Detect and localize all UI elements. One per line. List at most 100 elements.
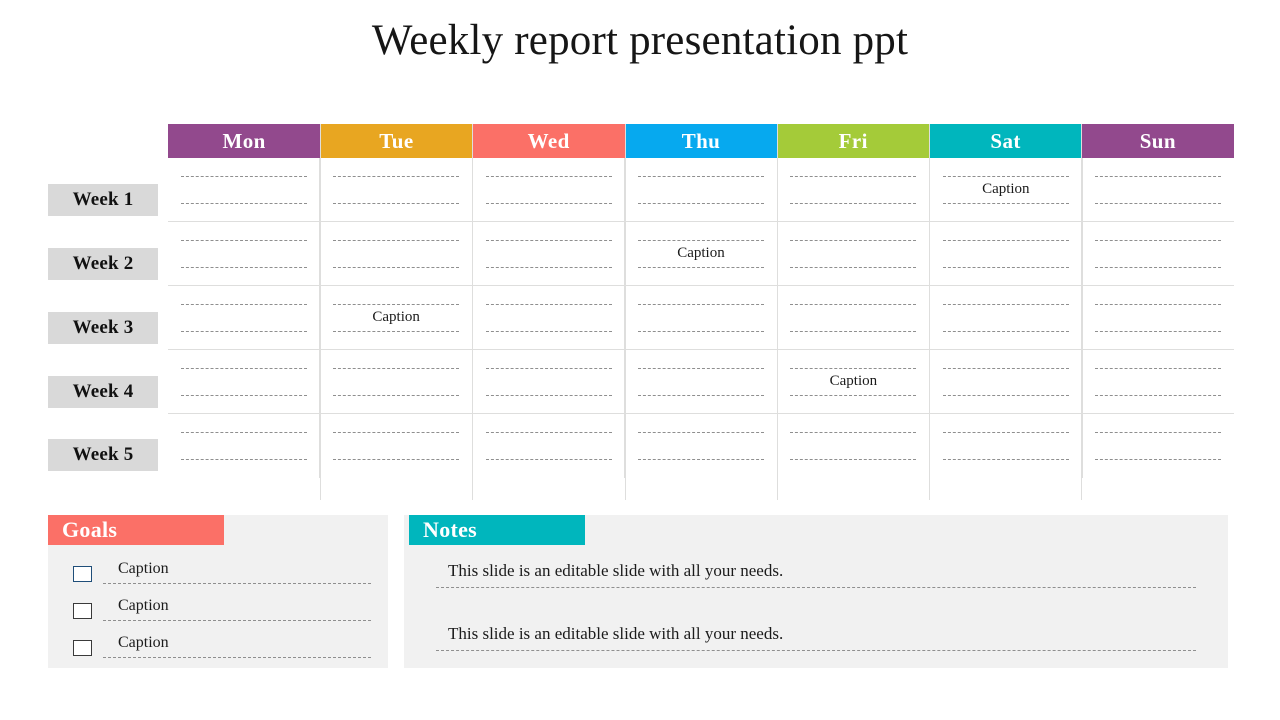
cell-write-lines: [485, 239, 612, 268]
calendar-cell-wed-week-3[interactable]: [473, 286, 626, 349]
day-header-wed: Wed: [472, 124, 625, 158]
cell-dotted-line-bottom: [333, 394, 460, 396]
calendar-cell-tue-week-3[interactable]: Caption: [320, 286, 473, 349]
calendar-cell-thu-week-5[interactable]: [625, 414, 778, 478]
goal-checkbox-2[interactable]: [73, 603, 92, 619]
note-item-1: This slide is an editable slide with all…: [404, 561, 1228, 601]
cell-write-lines: [1095, 432, 1222, 460]
cell-dotted-line-bottom: [637, 330, 764, 332]
cell-dotted-line-top: [790, 239, 917, 241]
cell-dotted-line-top: [637, 303, 764, 305]
column-divider-3: [625, 124, 626, 500]
calendar-cell-wed-week-1[interactable]: [473, 158, 626, 221]
calendar-cell-thu-week-2[interactable]: Caption: [625, 222, 778, 285]
cell-write-lines: [637, 432, 764, 460]
cell-dotted-line-top: [942, 432, 1069, 433]
calendar-cell-fri-week-3[interactable]: [778, 286, 931, 349]
cell-dotted-line-top: [180, 175, 307, 177]
cell-dotted-line-bottom: [942, 394, 1069, 396]
cell-dotted-line-top: [485, 432, 612, 433]
cell-dotted-line-top: [637, 367, 764, 369]
cell-dotted-line-bottom: [637, 394, 764, 396]
note-label-2[interactable]: This slide is an editable slide with all…: [448, 624, 783, 644]
cell-caption[interactable]: Caption: [790, 372, 916, 391]
goal-label-2[interactable]: Caption: [118, 597, 169, 615]
goal-item-3: Caption: [48, 634, 388, 661]
day-header-thu: Thu: [624, 124, 778, 158]
cell-dotted-line-bottom: [333, 459, 460, 460]
calendar-cell-fri-week-1[interactable]: [778, 158, 931, 221]
goal-dotted-underline: [103, 657, 371, 658]
note-label-1[interactable]: This slide is an editable slide with all…: [448, 561, 783, 581]
calendar-cell-tue-week-4[interactable]: [320, 350, 473, 413]
cell-write-lines: [790, 432, 917, 460]
calendar-cell-mon-week-3[interactable]: [168, 286, 321, 349]
calendar-cell-mon-week-5[interactable]: [168, 414, 321, 478]
goal-label-3[interactable]: Caption: [118, 634, 169, 652]
calendar-cell-thu-week-1[interactable]: [625, 158, 778, 221]
day-header-sun: Sun: [1081, 124, 1234, 158]
cell-caption[interactable]: Caption: [638, 244, 764, 263]
cell-dotted-line-bottom: [180, 266, 307, 268]
calendar-cell-fri-week-5[interactable]: [778, 414, 931, 478]
calendar-row-week-2: Caption: [168, 222, 1234, 286]
cell-dotted-line-top: [1095, 367, 1222, 369]
calendar-cell-sun-week-1[interactable]: [1083, 158, 1234, 221]
calendar-cell-sun-week-5[interactable]: [1083, 414, 1234, 478]
cell-dotted-line-bottom: [790, 266, 917, 268]
cell-dotted-line-bottom: [485, 202, 612, 204]
cell-dotted-line-top: [790, 303, 917, 305]
calendar-cell-mon-week-4[interactable]: [168, 350, 321, 413]
calendar-cell-mon-week-1[interactable]: [168, 158, 321, 221]
cell-dotted-line-bottom: [180, 330, 307, 332]
cell-write-lines: [637, 367, 764, 396]
day-header-tue: Tue: [320, 124, 473, 158]
calendar-cell-sun-week-4[interactable]: [1083, 350, 1234, 413]
calendar-cell-fri-week-2[interactable]: [778, 222, 931, 285]
cell-dotted-line-top: [790, 367, 917, 369]
calendar-cell-tue-week-1[interactable]: [320, 158, 473, 221]
cell-write-lines: [333, 239, 460, 268]
day-header-fri: Fri: [777, 124, 930, 158]
cell-dotted-line-top: [1095, 432, 1222, 433]
calendar-cell-sat-week-3[interactable]: [930, 286, 1083, 349]
cell-dotted-line-bottom: [790, 330, 917, 332]
calendar-row-week-4: Caption: [168, 350, 1234, 414]
calendar-cell-tue-week-2[interactable]: [320, 222, 473, 285]
calendar-cell-wed-week-2[interactable]: [473, 222, 626, 285]
cell-write-lines: Caption: [790, 367, 917, 396]
calendar-cell-sat-week-4[interactable]: [930, 350, 1083, 413]
cell-dotted-line-bottom: [1095, 394, 1222, 396]
cell-write-lines: Caption: [637, 239, 764, 268]
calendar-cell-thu-week-3[interactable]: [625, 286, 778, 349]
calendar-cell-sun-week-3[interactable]: [1083, 286, 1234, 349]
goal-label-1[interactable]: Caption: [118, 560, 169, 578]
column-divider-2: [472, 124, 473, 500]
cell-caption[interactable]: Caption: [333, 308, 459, 327]
cell-dotted-line-bottom: [180, 394, 307, 396]
cell-dotted-line-bottom: [180, 459, 307, 460]
goal-checkbox-1[interactable]: [73, 566, 92, 582]
cell-dotted-line-bottom: [485, 330, 612, 332]
calendar-cell-fri-week-4[interactable]: Caption: [778, 350, 931, 413]
cell-write-lines: [333, 432, 460, 460]
calendar-cell-sat-week-2[interactable]: [930, 222, 1083, 285]
cell-dotted-line-bottom: [637, 266, 764, 268]
cell-dotted-line-top: [333, 303, 460, 305]
cell-dotted-line-bottom: [333, 330, 460, 332]
cell-write-lines: [485, 175, 612, 204]
calendar-cell-sun-week-2[interactable]: [1083, 222, 1234, 285]
calendar-cell-mon-week-2[interactable]: [168, 222, 321, 285]
cell-dotted-line-bottom: [1095, 459, 1222, 460]
calendar-cell-tue-week-5[interactable]: [320, 414, 473, 478]
calendar-cell-sat-week-1[interactable]: Caption: [930, 158, 1083, 221]
cell-caption[interactable]: Caption: [943, 180, 1069, 199]
week-label-3: Week 3: [48, 312, 158, 344]
calendar-cell-wed-week-4[interactable]: [473, 350, 626, 413]
calendar-header-row: Mon Tue Wed Thu Fri Sat Sun: [168, 124, 1234, 158]
cell-write-lines: [180, 175, 307, 204]
calendar-cell-wed-week-5[interactable]: [473, 414, 626, 478]
goal-checkbox-3[interactable]: [73, 640, 92, 656]
calendar-cell-sat-week-5[interactable]: [930, 414, 1083, 478]
calendar-cell-thu-week-4[interactable]: [625, 350, 778, 413]
